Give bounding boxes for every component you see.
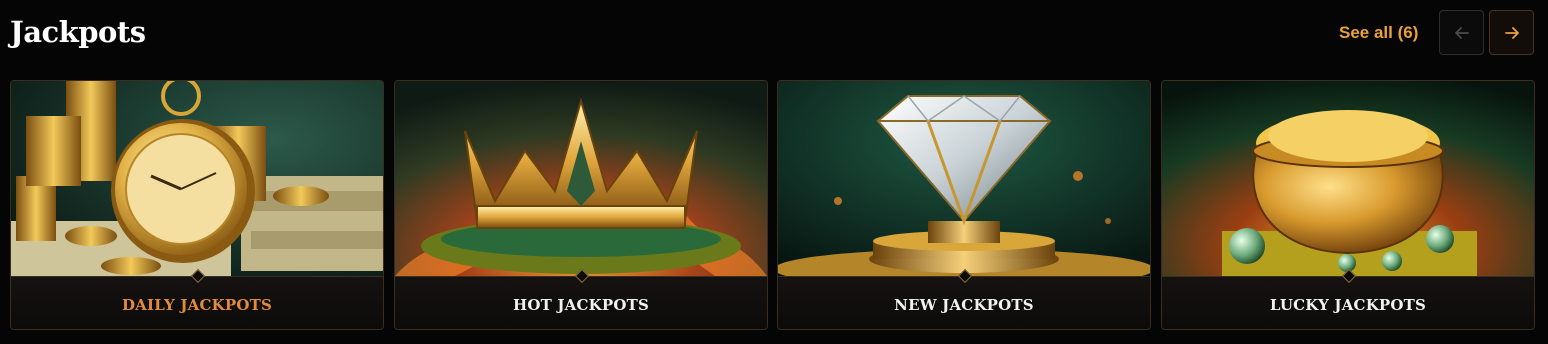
see-all-link[interactable]: See all (6) bbox=[1339, 23, 1418, 43]
diamond-pedestal-image bbox=[778, 81, 1150, 276]
golden-crown-image bbox=[395, 81, 767, 276]
arrow-left-icon bbox=[1454, 26, 1469, 39]
pot-of-gold-image bbox=[1162, 81, 1534, 276]
jackpot-card-hot[interactable]: HOT JACKPOTS bbox=[394, 80, 768, 330]
card-label: DAILY JACKPOTS bbox=[121, 296, 273, 314]
arrow-right-icon bbox=[1504, 26, 1519, 39]
jackpot-card-lucky[interactable]: LUCKY JACKPOTS bbox=[1161, 80, 1535, 330]
jackpot-carousel: DAILY JACKPOTS HOT JACKPOTS NEW JACKPOTS… bbox=[10, 80, 1535, 330]
jackpot-card-daily[interactable]: DAILY JACKPOTS bbox=[10, 80, 384, 330]
card-label: LUCKY JACKPOTS bbox=[1269, 296, 1427, 314]
section-header: Jackpots See all (6) bbox=[0, 0, 1548, 72]
jackpot-card-new[interactable]: NEW JACKPOTS bbox=[777, 80, 1151, 330]
prev-button[interactable] bbox=[1439, 10, 1484, 55]
next-button[interactable] bbox=[1489, 10, 1534, 55]
card-label: HOT JACKPOTS bbox=[512, 296, 650, 314]
card-label: NEW JACKPOTS bbox=[894, 296, 1034, 314]
gold-pocket-watch-image bbox=[11, 81, 383, 276]
section-title: Jackpots bbox=[10, 15, 146, 49]
